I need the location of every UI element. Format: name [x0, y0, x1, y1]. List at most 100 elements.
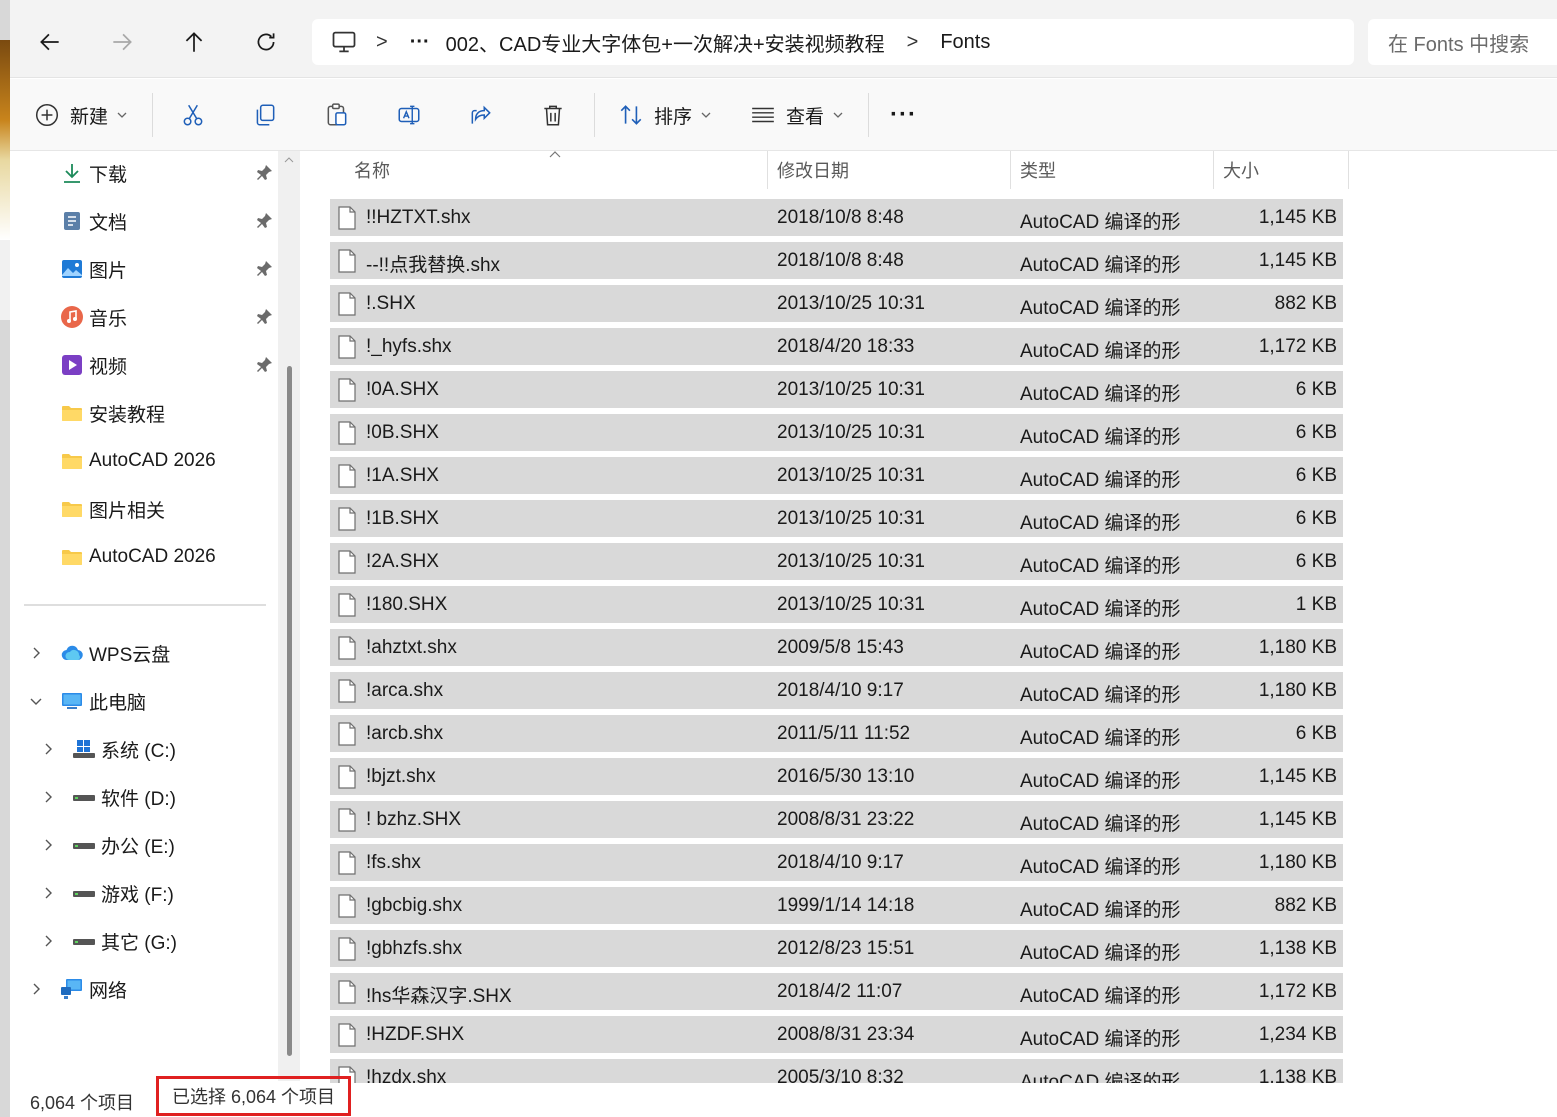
column-divider[interactable] [1348, 151, 1349, 189]
file-row[interactable]: !.SHX 2013/10/25 10:31 AutoCAD 编译的形 882 KB [330, 284, 1343, 322]
nav-item-drive-c[interactable]: 系统 (C:) [10, 727, 290, 771]
chevron-right-icon[interactable] [40, 741, 56, 757]
chevron-right-icon[interactable] [40, 933, 56, 949]
file-date: 2013/10/25 10:31 [777, 379, 925, 400]
file-row[interactable]: !180.SHX 2013/10/25 10:31 AutoCAD 编译的形 1 KB [330, 585, 1343, 623]
delete-button[interactable] [540, 95, 566, 135]
file-size: 6 KB [1295, 465, 1337, 486]
background-image-fragment [0, 40, 10, 240]
file-row[interactable]: !!HZTXT.shx 2018/10/8 8:48 AutoCAD 编译的形 1,1… [330, 198, 1343, 236]
nav-item-folder[interactable]: AutoCAD 2026 [10, 439, 290, 483]
scroll-up-icon[interactable] [284, 155, 294, 165]
file-row[interactable]: !0A.SHX 2013/10/25 10:31 AutoCAD 编译的形 6 KB [330, 370, 1343, 408]
breadcrumb-ellipsis[interactable]: ··· [410, 31, 430, 54]
up-button[interactable] [174, 22, 214, 62]
file-row[interactable]: !bjzt.shx 2016/5/30 13:10 AutoCAD 编译的形 1,14… [330, 757, 1343, 795]
file-row[interactable]: !1B.SHX 2013/10/25 10:31 AutoCAD 编译的形 6 KB [330, 499, 1343, 537]
file-row[interactable]: !gbhzfs.shx 2012/8/23 15:51 AutoCAD 编译的形 1,… [330, 929, 1343, 967]
file-row[interactable]: !0B.SHX 2013/10/25 10:31 AutoCAD 编译的形 6 KB [330, 413, 1343, 451]
file-row[interactable]: !1A.SHX 2013/10/25 10:31 AutoCAD 编译的形 6 KB [330, 456, 1343, 494]
nav-scrollbar[interactable] [278, 151, 300, 1081]
file-icon [338, 722, 356, 746]
column-divider[interactable] [1010, 151, 1011, 189]
nav-item-documents[interactable]: 文档 [10, 199, 290, 243]
address-bar[interactable]: > ··· 002、CAD专业大字体包+一次解决+安装视频教程 > Fonts [312, 19, 1354, 65]
chevron-down-icon [117, 112, 127, 118]
file-icon [338, 292, 356, 316]
nav-item-label: 音乐 [89, 308, 128, 330]
file-row[interactable]: !arca.shx 2018/4/10 9:17 AutoCAD 编译的形 1,180… [330, 671, 1343, 709]
nav-item-drive-d[interactable]: 软件 (D:) [10, 775, 290, 819]
file-row[interactable]: !gbcbig.shx 1999/1/14 14:18 AutoCAD 编译的形 88… [330, 886, 1343, 924]
refresh-button[interactable] [246, 22, 286, 62]
nav-item-folder[interactable]: 安装教程 [10, 391, 290, 435]
back-button[interactable] [30, 22, 70, 62]
file-icon [338, 851, 356, 875]
nav-item-network[interactable]: 网络 [10, 967, 290, 1011]
forward-button[interactable] [102, 22, 142, 62]
file-row[interactable]: !_hyfs.shx 2018/4/20 18:33 AutoCAD 编译的形 1,1… [330, 327, 1343, 365]
file-size: 882 KB [1274, 293, 1337, 314]
nav-item-pictures[interactable]: 图片 [10, 247, 290, 291]
nav-item-downloads[interactable]: 下载 [10, 151, 290, 195]
file-name: !bjzt.shx [366, 766, 436, 787]
nav-item-drive-f[interactable]: 游戏 (F:) [10, 871, 290, 915]
file-name: !.SHX [366, 293, 416, 314]
nav-item-drive-e[interactable]: 办公 (E:) [10, 823, 290, 867]
nav-item-videos[interactable]: 视频 [10, 343, 290, 387]
file-row[interactable]: !fs.shx 2018/4/10 9:17 AutoCAD 编译的形 1,180 K… [330, 843, 1343, 881]
nav-item-music[interactable]: 音乐 [10, 295, 290, 339]
column-header-name[interactable]: 名称 [354, 151, 390, 189]
file-row[interactable]: ! bzhz.SHX 2008/8/31 23:22 AutoCAD 编译的形 1,1… [330, 800, 1343, 838]
pin-icon[interactable] [254, 307, 274, 327]
nav-item-drive-g[interactable]: 其它 (G:) [10, 919, 290, 963]
nav-item-folder[interactable]: AutoCAD 2026 [10, 535, 290, 579]
breadcrumb-separator[interactable]: > [376, 31, 388, 54]
chevron-down-icon [701, 112, 711, 118]
file-row[interactable]: !arcb.shx 2011/5/11 11:52 AutoCAD 编译的形 6 KB [330, 714, 1343, 752]
breadcrumb-parent-folder[interactable]: 002、CAD专业大字体包+一次解决+安装视频教程 [446, 28, 885, 57]
file-date: 2013/10/25 10:31 [777, 594, 925, 615]
pin-icon[interactable] [254, 211, 274, 231]
scissors-icon [183, 104, 203, 126]
breadcrumb-separator[interactable]: > [907, 31, 919, 54]
file-row[interactable]: !hs华森汉字.SHX 2018/4/2 11:07 AutoCAD 编译的形 1,1… [330, 972, 1343, 1010]
cut-button[interactable] [180, 95, 206, 135]
column-header-size[interactable]: 大小 [1223, 151, 1259, 189]
share-button[interactable] [468, 95, 494, 135]
copy-button[interactable] [252, 95, 278, 135]
column-header-date[interactable]: 修改日期 [777, 151, 849, 189]
rename-button[interactable] [396, 95, 422, 135]
file-row[interactable]: !ahztxt.shx 2009/5/8 15:43 AutoCAD 编译的形 1,1… [330, 628, 1343, 666]
chevron-down-icon[interactable] [28, 693, 44, 709]
file-name: !0A.SHX [366, 379, 439, 400]
chevron-right-icon[interactable] [40, 789, 56, 805]
file-date: 2005/3/10 8:32 [777, 1067, 904, 1083]
sort-button[interactable]: 排序 [618, 95, 712, 135]
paste-button[interactable] [324, 95, 350, 135]
chevron-right-icon[interactable] [28, 645, 44, 661]
pin-icon[interactable] [254, 259, 274, 279]
nav-item-folder[interactable]: 图片相关 [10, 487, 290, 531]
view-button[interactable]: 查看 [750, 95, 844, 135]
column-divider[interactable] [1213, 151, 1214, 189]
file-row[interactable]: !HZDF.SHX 2008/8/31 23:34 AutoCAD 编译的形 1,23… [330, 1015, 1343, 1053]
chevron-right-icon[interactable] [28, 981, 44, 997]
chevron-right-icon[interactable] [40, 885, 56, 901]
nav-scrollbar-thumb[interactable] [287, 366, 292, 1056]
search-box[interactable]: 在 Fonts 中搜索 [1368, 19, 1557, 65]
more-options-button[interactable]: ··· [890, 95, 917, 135]
file-row[interactable]: --!!点我替换.shx 2018/10/8 8:48 AutoCAD 编译的形 1,… [330, 241, 1343, 279]
nav-item-this-pc[interactable]: 此电脑 [10, 679, 290, 723]
file-name: !1B.SHX [366, 508, 439, 529]
nav-item-wps-cloud[interactable]: WPS云盘 [10, 631, 290, 675]
breadcrumb-current-folder[interactable]: Fonts [940, 31, 990, 54]
file-row[interactable]: !hzdx.shx 2005/3/10 8:32 AutoCAD 编译的形 1,138… [330, 1058, 1343, 1083]
new-button[interactable]: 新建 [34, 95, 128, 135]
column-header-type[interactable]: 类型 [1020, 151, 1056, 189]
file-row[interactable]: !2A.SHX 2013/10/25 10:31 AutoCAD 编译的形 6 KB [330, 542, 1343, 580]
pin-icon[interactable] [254, 163, 274, 183]
chevron-right-icon[interactable] [40, 837, 56, 853]
column-divider[interactable] [767, 151, 768, 189]
pin-icon[interactable] [254, 355, 274, 375]
